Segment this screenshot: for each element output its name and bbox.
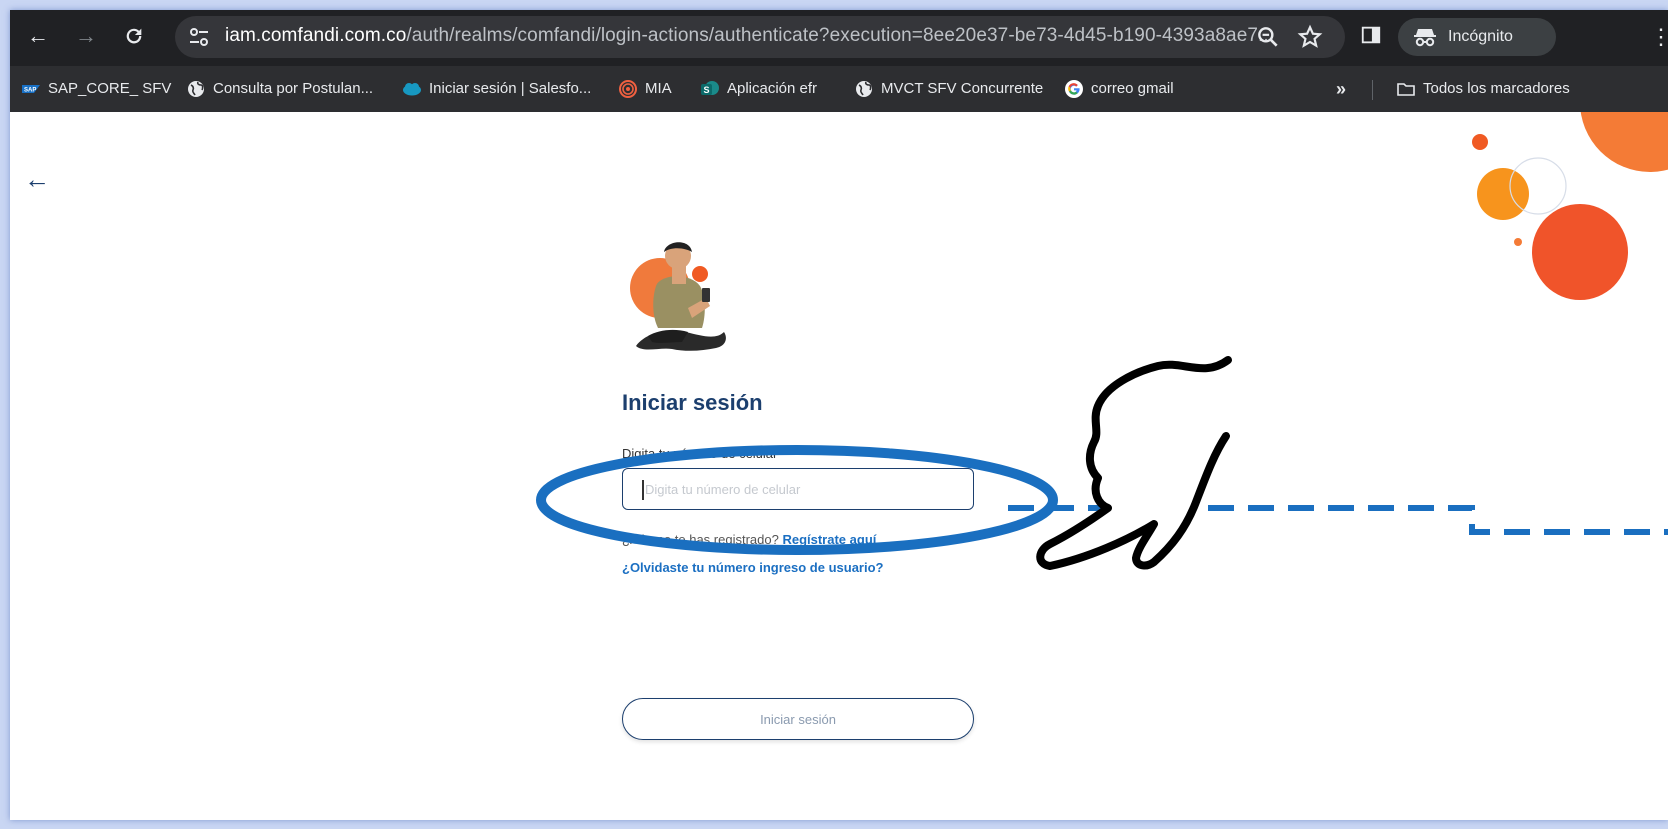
sharepoint-icon: S xyxy=(701,81,719,96)
bookmarks-bar: SAP SAP_CORE_ SFV Consulta por Postulan..… xyxy=(10,66,1668,113)
zoom-icon[interactable] xyxy=(1255,24,1281,50)
decorative-bubbles xyxy=(1472,112,1668,300)
register-link[interactable]: Regístrate aquí xyxy=(782,532,876,547)
url-text[interactable]: iam.comfandi.com.co/auth/realms/comfandi… xyxy=(225,25,1274,47)
salesforce-cloud-icon xyxy=(403,83,421,96)
bookmark-aplicacion-efr[interactable]: S Aplicación efr xyxy=(700,79,817,99)
mia-icon xyxy=(619,80,637,99)
login-submit-button[interactable]: Iniciar sesión xyxy=(622,698,974,740)
address-bar[interactable]: iam.comfandi.com.co/auth/realms/comfandi… xyxy=(175,16,1345,58)
sap-icon: SAP xyxy=(22,85,40,94)
side-panel-icon[interactable] xyxy=(1360,24,1382,46)
reload-icon xyxy=(126,28,142,44)
incognito-label: Incógnito xyxy=(1448,28,1513,45)
bookmarks-overflow-button[interactable]: » xyxy=(1336,79,1346,99)
forgot-user-link[interactable]: ¿Olvidaste tu número ingreso de usuario? xyxy=(622,560,884,575)
url-host: iam.comfandi.com.co xyxy=(225,25,407,46)
bookmark-correo-gmail[interactable]: correo gmail xyxy=(1064,79,1174,99)
phone-number-input[interactable] xyxy=(622,468,974,510)
register-prefix: ¿Aún no te has registrado? xyxy=(622,532,779,547)
bookmark-consulta-postulan[interactable]: Consulta por Postulan... xyxy=(186,79,373,99)
star-icon[interactable] xyxy=(1297,24,1323,50)
globe-icon xyxy=(188,81,204,98)
google-icon xyxy=(1065,80,1083,99)
forward-button[interactable]: → xyxy=(72,22,100,50)
svg-text:S: S xyxy=(704,85,710,95)
all-bookmarks-folder[interactable]: Todos los marcadores xyxy=(1396,79,1570,99)
folder-icon xyxy=(1397,83,1415,96)
reload-button[interactable] xyxy=(120,22,148,50)
incognito-icon xyxy=(1414,29,1436,47)
person-with-phone-illustration xyxy=(630,242,726,351)
globe-icon xyxy=(856,81,872,98)
svg-text:SAP: SAP xyxy=(24,88,36,94)
browser-toolbar: ← → iam.comfandi.com.co/auth/realms/comf… xyxy=(10,10,1668,66)
phone-field-label: Digita tu número de celular xyxy=(622,446,778,461)
site-info-icon[interactable] xyxy=(187,25,211,49)
url-path: /auth/realms/comfandi/login-actions/auth… xyxy=(406,25,1275,46)
login-page: ← Iniciar sesión Digita tu número de cel… xyxy=(10,112,1668,820)
page-title: Iniciar sesión xyxy=(622,390,763,415)
register-prompt: ¿Aún no te has registrado? Regístrate aq… xyxy=(622,532,876,547)
bookmark-sap-core[interactable]: SAP SAP_CORE_ SFV xyxy=(20,79,171,99)
browser-window: ← → iam.comfandi.com.co/auth/realms/comf… xyxy=(10,10,1668,820)
more-menu-icon[interactable]: ⋮ xyxy=(1650,24,1668,50)
bookmarks-divider xyxy=(1372,80,1373,100)
text-cursor xyxy=(642,480,644,500)
bookmark-salesforce[interactable]: Iniciar sesión | Salesfo... xyxy=(402,79,591,99)
incognito-badge[interactable]: Incógnito xyxy=(1398,18,1556,56)
bookmark-mia[interactable]: MIA xyxy=(618,79,672,99)
back-arrow-icon[interactable]: ← xyxy=(24,164,50,195)
back-button[interactable]: ← xyxy=(24,22,52,50)
bookmark-mvct-sfv[interactable]: MVCT SFV Concurrente xyxy=(854,79,1043,99)
